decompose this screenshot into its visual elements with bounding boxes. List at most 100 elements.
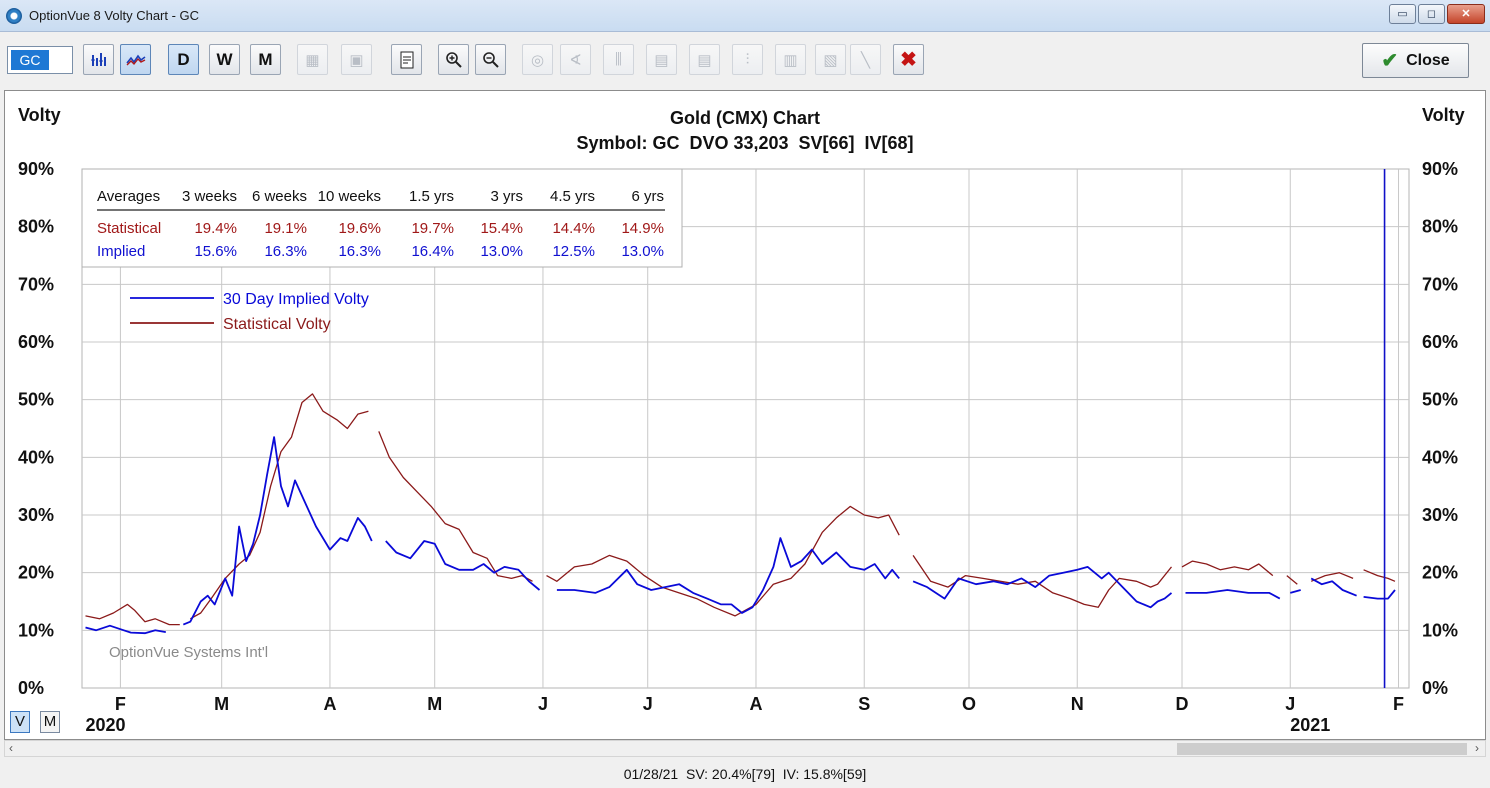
toolbar: GC D W M ▦ ▣ ◎ ∢ ⫼ ▤ ▤ ⫶ ▥ ▧ ╲ ✖ ✔ Close — [0, 33, 1490, 88]
grid-icon: ▤ — [654, 51, 669, 69]
y-tick-label-left: 90% — [18, 159, 54, 179]
table-button[interactable]: ▥ — [775, 44, 806, 75]
studies-icon: ⫼ — [615, 51, 622, 68]
volty-view-button[interactable]: V — [10, 711, 30, 733]
series-line-segment — [189, 393, 369, 620]
x-tick-label: D — [1176, 694, 1189, 714]
y-axis-label-left: Volty — [18, 105, 61, 125]
legend-label: Statistical Volty — [223, 316, 331, 333]
line-chart-button[interactable] — [120, 44, 151, 75]
window-title: OptionVue 8 Volty Chart - GC — [29, 8, 200, 23]
y-tick-label-right: 0% — [1422, 678, 1448, 698]
bar-chart-button[interactable] — [83, 44, 114, 75]
zoom-in-button[interactable] — [438, 44, 469, 75]
copy-button[interactable]: ▣ — [341, 44, 372, 75]
x-tick-label: M — [214, 694, 229, 714]
table-icon: ▥ — [783, 51, 798, 69]
angle-icon: ∢ — [569, 51, 582, 69]
grid-button[interactable]: ▤ — [646, 44, 677, 75]
maximize-button[interactable]: ◻ — [1418, 4, 1445, 24]
y-tick-label-left: 0% — [18, 678, 44, 698]
x-tick-label: J — [643, 694, 653, 714]
x-tick-label: O — [962, 694, 976, 714]
x-tick-label: N — [1071, 694, 1084, 714]
horizontal-scrollbar[interactable]: ‹ › — [4, 740, 1486, 757]
table-header: 1.5 yrs — [409, 188, 454, 205]
series-line-segment — [378, 431, 533, 582]
chart-subtitle: Symbol: GC DVO 33,203 SV[66] IV[68] — [576, 133, 913, 153]
x-tick-label: A — [749, 694, 762, 714]
table-cell: 15.4% — [480, 220, 523, 237]
y-tick-label-left: 50% — [18, 390, 54, 410]
period-month-button[interactable]: M — [250, 44, 281, 75]
table-row-name: Implied — [97, 243, 145, 260]
x-tick-label: M — [427, 694, 442, 714]
target-button[interactable]: ◎ — [522, 44, 553, 75]
y-tick-label-right: 70% — [1422, 274, 1458, 294]
table-cell: 19.4% — [194, 220, 237, 237]
series-lines — [85, 393, 1396, 635]
year-label: 2020 — [85, 715, 125, 735]
y-tick-label-right: 30% — [1422, 505, 1458, 525]
table-cell: 19.1% — [264, 220, 307, 237]
notes-button[interactable]: ▧ — [815, 44, 846, 75]
print-preview-button[interactable] — [391, 44, 422, 75]
minimize-button[interactable]: ▭ — [1389, 4, 1416, 24]
y-tick-label-right: 40% — [1422, 447, 1458, 467]
angle-button[interactable]: ∢ — [560, 44, 591, 75]
studies-button[interactable]: ⫼ — [603, 44, 634, 75]
delete-button[interactable]: ✖ — [893, 44, 924, 75]
table-header: 3 yrs — [490, 188, 523, 205]
target-icon: ◎ — [530, 51, 545, 69]
table-cell: 13.0% — [621, 243, 664, 260]
scroll-left-arrow-icon[interactable]: ‹ — [9, 741, 13, 755]
chart-panel[interactable]: 90% 90% 80% 80% 70% 70% 60% 60% 50% 50% 40% 40% 30% 3… — [4, 90, 1486, 740]
zoom-out-icon — [482, 51, 499, 68]
copy-icon: ▣ — [349, 51, 364, 69]
y-tick-label-left: 80% — [18, 217, 54, 237]
histogram-button[interactable]: ⫶ — [732, 44, 763, 75]
multi-view-button[interactable]: M — [40, 711, 60, 733]
table-cell: 13.0% — [480, 243, 523, 260]
table-header: 3 weeks — [182, 188, 237, 205]
symbol-text: GC — [11, 50, 49, 70]
x-tick-label: A — [323, 694, 336, 714]
red-x-icon: ✖ — [900, 49, 917, 71]
table-cell: 16.3% — [264, 243, 307, 260]
watermark: OptionVue Systems Int'l — [109, 644, 268, 661]
draw-line-button[interactable]: ╲ — [850, 44, 881, 75]
series-line-segment — [85, 603, 180, 626]
scroll-thumb[interactable] — [1177, 743, 1467, 755]
legend-label: 30 Day Implied Volty — [223, 291, 369, 308]
status-bar: 01/28/21 SV: 20.4%[79] IV: 15.8%[59] — [0, 760, 1490, 788]
table-header: 4.5 yrs — [550, 188, 595, 205]
y-tick-label-left: 20% — [18, 563, 54, 583]
bar-chart-icon — [90, 52, 106, 66]
period-day-button[interactable]: D — [168, 44, 199, 75]
pencil-icon: ╲ — [860, 51, 871, 69]
scroll-right-arrow-icon[interactable]: › — [1475, 741, 1479, 755]
grid-alt-button[interactable]: ▤ — [689, 44, 720, 75]
series-line-segment — [556, 537, 900, 614]
zoom-out-button[interactable] — [475, 44, 506, 75]
table-header: 6 yrs — [631, 188, 664, 205]
period-week-button[interactable]: W — [209, 44, 240, 75]
series-line-segment — [182, 436, 373, 626]
crosshair-button[interactable]: ▦ — [297, 44, 328, 75]
table-cell: 16.4% — [411, 243, 454, 260]
title-bar: OptionVue 8 Volty Chart - GC ▭ ◻ ✕ — [0, 0, 1490, 32]
symbol-input[interactable]: GC — [7, 46, 73, 74]
series-line-segment — [1286, 575, 1298, 585]
window-close-button[interactable]: ✕ — [1447, 4, 1485, 24]
close-button[interactable]: ✔ Close — [1362, 43, 1469, 78]
y-tick-label-right: 50% — [1422, 390, 1458, 410]
x-tick-label: J — [1285, 694, 1295, 714]
line-chart-icon — [125, 54, 145, 65]
series-line-segment — [1310, 572, 1354, 582]
legend: 30 Day Implied Volty Statistical Volty — [130, 291, 369, 333]
volty-chart[interactable]: 90% 90% 80% 80% 70% 70% 60% 60% 50% 50% 40% 40% 30% 3… — [5, 91, 1485, 739]
table-cell: 12.5% — [552, 243, 595, 260]
series-line-segment — [85, 624, 166, 635]
y-tick-label-left: 10% — [18, 620, 54, 640]
x-tick-label: F — [115, 694, 126, 714]
